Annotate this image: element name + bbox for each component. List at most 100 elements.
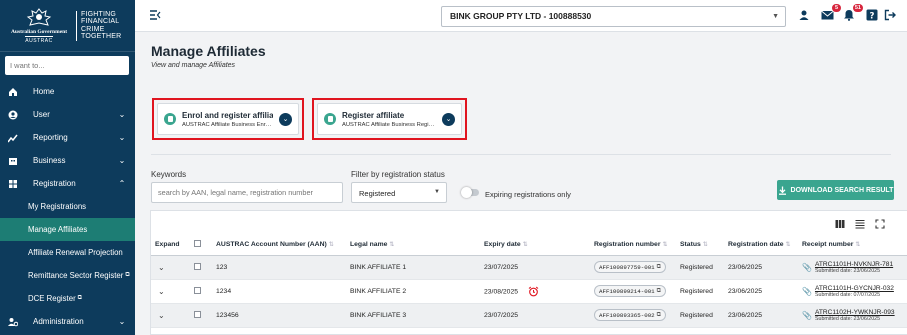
expiry-date-cell: 23/07/2025 (480, 255, 590, 280)
sidebar-item-label: User (33, 110, 50, 119)
expiry-date-text: 23/08/2025 (484, 287, 519, 295)
top-bar: BINK GROUP PTY LTD - 100888530 ▼ 5 51 ? (135, 0, 907, 32)
sidebar-item-user[interactable]: User ⌄ (0, 103, 135, 126)
user-icon (6, 110, 20, 120)
sidebar-item-label: Registration (33, 179, 76, 188)
sort-icon[interactable]: ⇅ (523, 242, 528, 248)
notification-count-badge: 51 (852, 4, 863, 12)
sort-icon[interactable]: ⇅ (855, 242, 860, 248)
column-header[interactable]: Legal name ⇅ (346, 235, 480, 256)
receipt-number-link[interactable]: ATRC1101H-GYCNJR-032 (815, 285, 894, 292)
aan-cell: 1234 (212, 279, 346, 304)
collapse-sidebar-icon[interactable] (149, 9, 163, 23)
chevron-down-icon[interactable]: ⌄ (279, 112, 292, 126)
column-header[interactable]: Registration number ⇅ (590, 235, 676, 256)
sidebar-item-remittance-sector-register[interactable]: Remittance Sector Register ⧉ (0, 264, 135, 287)
reporting-icon (6, 133, 20, 143)
registration-status-select[interactable]: Registered ▼ (351, 182, 447, 203)
toggle-knob (461, 187, 472, 198)
sidebar-item-administration[interactable]: Administration ⌄ (0, 310, 135, 333)
register-affiliate-button[interactable]: Register affiliate AUSTRAC Affiliate Bus… (317, 103, 462, 135)
mail-icon[interactable]: 5 (821, 4, 841, 23)
profile-icon[interactable] (798, 9, 812, 23)
download-search-result-button[interactable]: DOWNLOAD SEARCH RESULT (777, 180, 894, 200)
receipt-number-link[interactable]: ATRC1102H-YWKNJR-093 (815, 309, 895, 316)
campaign-logo: FIGHTING FINANCIAL CRIME TOGETHER (76, 10, 122, 41)
sort-icon[interactable]: ⇅ (329, 242, 334, 248)
business-icon (6, 156, 20, 166)
receipt-number-link[interactable]: ATRC1101H-NVKNJR-781 (815, 261, 893, 268)
checkbox[interactable] (194, 240, 201, 248)
sidebar-item-label: DCE Register (28, 294, 76, 303)
chevron-down-icon: ⌄ (118, 133, 126, 142)
notification-bell-icon[interactable]: 51 (843, 4, 863, 23)
gov-agency: AUSTRAC (25, 36, 53, 44)
main-content: Manage Affiliates View and manage Affili… (135, 32, 907, 335)
table-header-row: Expand AUSTRAC Account Number (AAN) ⇅ Leg… (151, 235, 907, 256)
column-header[interactable]: Receipt number ⇅ (798, 235, 907, 256)
mail-count-badge: 5 (832, 4, 841, 12)
status-cell: Registered (676, 279, 724, 304)
sidebar-item-label: Administration (33, 317, 84, 326)
column-header[interactable]: Status ⇅ (676, 235, 724, 256)
sort-icon[interactable]: ⇅ (389, 242, 394, 248)
organisation-select[interactable]: BINK GROUP PTY LTD - 100888530 ▼ (441, 6, 786, 27)
sidebar-item-business[interactable]: Business ⌄ (0, 149, 135, 172)
sidebar-item-home[interactable]: Home (0, 80, 135, 103)
expand-row-icon[interactable]: ⌄ (155, 311, 165, 320)
enrol-and-register-affiliate-button[interactable]: Enrol and register affiliate AUSTRAC Aff… (157, 103, 299, 135)
column-header: Expand (151, 235, 190, 256)
copy-icon[interactable]: ⧉ (657, 263, 661, 271)
chevron-down-icon[interactable]: ⌄ (442, 112, 455, 126)
expiring-registrations-toggle[interactable] (461, 187, 479, 198)
sidebar-item-registration[interactable]: Registration ⌃ (0, 172, 135, 195)
sort-icon[interactable]: ⇅ (786, 242, 791, 248)
registration-number-chip[interactable]: AFF100897759-001 ⧉ (594, 261, 666, 273)
campaign-line: TOGETHER (81, 33, 122, 40)
sort-icon[interactable]: ⇅ (703, 242, 708, 248)
sidebar-search-input[interactable] (5, 56, 129, 75)
legal-name-cell: BINK AFFILIATE 3 (346, 303, 480, 328)
organisation-select-value: BINK GROUP PTY LTD - 100888530 (450, 11, 592, 21)
column-header[interactable]: Expiry date ⇅ (480, 235, 590, 256)
campaign-line: FINANCIAL (81, 18, 120, 25)
keywords-search-input[interactable] (151, 182, 343, 203)
expand-row-icon[interactable]: ⌄ (155, 287, 165, 296)
registration-number-chip[interactable]: AFF100899214-001 ⧉ (594, 285, 666, 297)
affiliates-table-panel: Expand AUSTRAC Account Number (AAN) ⇅ Leg… (150, 210, 907, 335)
registration-date-cell: 23/06/2025 (724, 255, 798, 280)
copy-icon[interactable]: ⧉ (657, 311, 661, 319)
download-button-label: DOWNLOAD SEARCH RESULT (790, 186, 894, 194)
fullscreen-icon[interactable] (875, 219, 885, 229)
external-link-icon: ⧉ (77, 295, 82, 301)
status-filter-label: Filter by registration status (351, 170, 445, 179)
registration-number-chip[interactable]: AFF100893365-002 ⧉ (594, 309, 666, 321)
sidebar-item-manage-affiliates[interactable]: Manage Affiliates (0, 218, 135, 241)
column-view-icon[interactable] (835, 219, 845, 229)
row-checkbox[interactable] (194, 262, 201, 270)
attachment-icon: 📎 (802, 286, 812, 296)
column-header[interactable]: Registration date ⇅ (724, 235, 798, 256)
sidebar-nav: Home User ⌄ Reporting ⌄ Business ⌄ Regis… (0, 80, 135, 333)
table-row: ⌄ 1234 BINK AFFILIATE 2 23/08/2025 AFF10… (151, 279, 907, 304)
sidebar-item-reporting[interactable]: Reporting ⌄ (0, 126, 135, 149)
help-icon[interactable]: ? (866, 9, 880, 23)
caret-down-icon: ▼ (434, 189, 440, 195)
column-header[interactable]: AUSTRAC Account Number (AAN) ⇅ (212, 235, 346, 256)
copy-icon[interactable]: ⧉ (657, 287, 661, 295)
sidebar-item-dce-register[interactable]: DCE Register ⧉ (0, 287, 135, 310)
row-density-icon[interactable] (855, 219, 865, 229)
aan-cell: 123 (212, 255, 346, 280)
section-divider (151, 154, 891, 155)
sidebar-item-my-registrations[interactable]: My Registrations (0, 195, 135, 218)
expand-row-icon[interactable]: ⌄ (155, 263, 165, 272)
document-icon (324, 113, 336, 125)
row-checkbox[interactable] (194, 286, 201, 294)
select-all-checkbox[interactable] (190, 235, 212, 256)
sidebar-item-label: My Registrations (28, 202, 87, 211)
external-link-icon: ⧉ (125, 272, 130, 278)
sort-icon[interactable]: ⇅ (662, 242, 667, 248)
sidebar-item-affiliate-renewal-projection[interactable]: Affiliate Renewal Projection (0, 241, 135, 264)
row-checkbox[interactable] (194, 310, 201, 318)
logout-icon[interactable] (884, 9, 898, 23)
